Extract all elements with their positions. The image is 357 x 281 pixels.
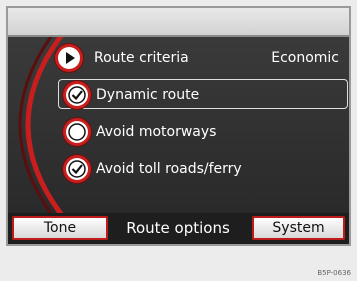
nav-screen: Route criteria Economic Dynamic route Av… [6,6,351,246]
route-criteria-row[interactable]: Route criteria Economic [8,43,349,73]
checkmark-icon [66,84,88,106]
system-button[interactable]: System [252,216,345,240]
play-icon [58,47,80,69]
route-criteria-value: Economic [271,50,339,66]
bottom-bar: Tone Route options System [8,213,349,244]
radio-empty-icon [66,121,88,143]
avoid-toll-roads-label: Avoid toll roads/ferry [96,161,242,177]
device-frame: Route criteria Economic Dynamic route Av… [0,0,357,281]
tone-button[interactable]: Tone [12,216,108,240]
checkmark-icon [66,158,88,180]
status-bar [8,8,349,37]
dynamic-route-label: Dynamic route [96,87,200,103]
avoid-toll-roads-row[interactable]: Avoid toll roads/ferry [8,154,349,184]
route-criteria-label: Route criteria [94,50,189,66]
page-title: Route options [126,219,230,237]
dynamic-route-row[interactable]: Dynamic route [8,79,349,110]
avoid-motorways-label: Avoid motorways [96,124,217,140]
avoid-motorways-row[interactable]: Avoid motorways [8,117,349,147]
figure-code: B5P-0636 [317,269,351,277]
route-options-list: Route criteria Economic Dynamic route Av… [8,37,349,213]
